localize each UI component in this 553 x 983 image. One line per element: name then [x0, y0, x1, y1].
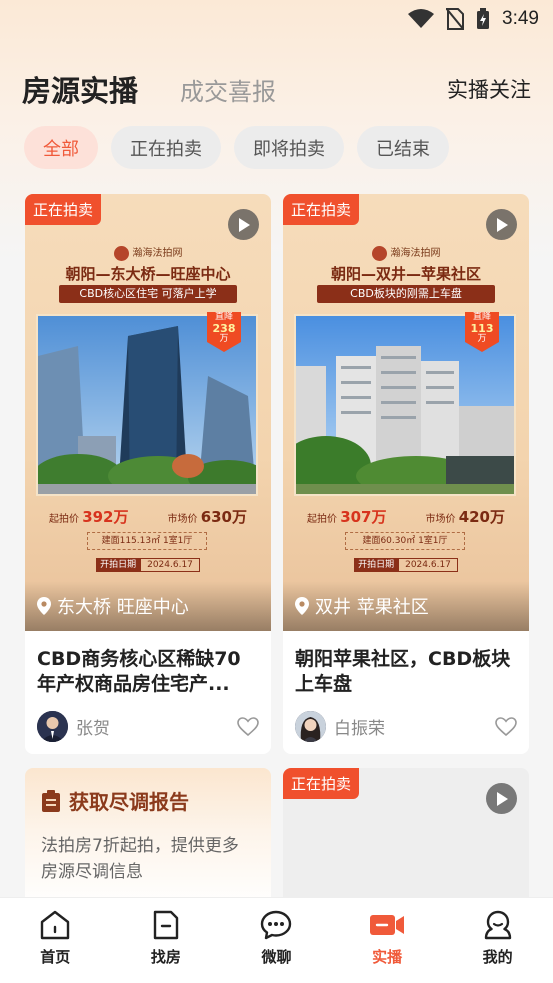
due-diligence-card[interactable]: 获取尽调报告 法拍房7折起拍，提供更多房源尽调信息 — [25, 768, 271, 908]
poster-area: 建面115.13㎡ 1室1厅 — [87, 532, 207, 550]
author-name[interactable]: 白振荣 — [334, 714, 385, 739]
video-icon — [370, 915, 405, 935]
poster-banner: CBD板块的刚需上车盘 — [317, 285, 495, 303]
clock: 3:49 — [502, 8, 539, 29]
author-row: 白振荣 — [295, 711, 517, 742]
poster-logo: 瀚海法拍网 — [283, 244, 529, 261]
bottom-nav: 首页 找房 微聊 实播 我的 — [0, 897, 553, 983]
report-title: 获取尽调报告 — [41, 786, 255, 815]
author-row: 张贺 — [37, 711, 259, 742]
filter-all[interactable]: 全部 — [24, 126, 98, 169]
listing-poster[interactable]: 正在拍卖 瀚海法拍网 朝阳—东大桥—旺座中心 CBD核心区住宅 可落户上学 直降… — [25, 194, 271, 631]
filter-ongoing[interactable]: 正在拍卖 — [111, 126, 221, 169]
battery-charging-icon — [477, 8, 490, 29]
nav-home[interactable]: 首页 — [15, 910, 95, 967]
poster-title: 朝阳—双井—苹果社区 — [330, 265, 481, 283]
play-icon[interactable] — [486, 209, 517, 240]
listing-card[interactable]: 正在拍卖 — [283, 768, 529, 908]
filter-upcoming[interactable]: 即将拍卖 — [234, 126, 344, 169]
poster-prices: 起拍价 392万 市场价 630万 — [49, 508, 247, 526]
poster-logo: 瀚海法拍网 — [25, 244, 271, 261]
location-overlay: 双井 苹果社区 — [283, 581, 529, 631]
status-badge: 正在拍卖 — [25, 194, 102, 225]
author-name[interactable]: 张贺 — [76, 714, 110, 739]
poster-date: 开拍日期 2024.6.17 — [283, 557, 529, 572]
nav-chat[interactable]: 微聊 — [236, 910, 316, 967]
filter-ended[interactable]: 已结束 — [357, 126, 449, 169]
nav-live[interactable]: 实播 — [347, 910, 427, 967]
chat-icon — [261, 910, 292, 940]
tab-deal-news[interactable]: 成交喜报 — [180, 72, 276, 107]
play-icon[interactable] — [486, 783, 517, 814]
heart-icon[interactable] — [237, 716, 259, 737]
clipboard-icon — [42, 789, 60, 812]
heart-icon[interactable] — [495, 716, 517, 737]
listing-title[interactable]: 朝阳苹果社区，CBD板块上车盘 — [295, 647, 517, 697]
listing-title[interactable]: CBD商务核心区稀缺70年产权商品房住宅产... — [37, 647, 259, 697]
poster-title: 朝阳—东大桥—旺座中心 — [65, 265, 231, 283]
avatar[interactable] — [37, 711, 68, 742]
report-description: 法拍房7折起拍，提供更多房源尽调信息 — [41, 836, 239, 882]
poster-prices: 起拍价 307万 市场价 420万 — [307, 508, 505, 526]
user-icon — [484, 910, 511, 940]
filter-chips: 全部 正在拍卖 即将拍卖 已结束 — [24, 126, 449, 169]
location-text: 双井 苹果社区 — [315, 597, 429, 618]
listing-card[interactable]: 正在拍卖 瀚海法拍网 朝阳—东大桥—旺座中心 CBD核心区住宅 可落户上学 直降… — [25, 194, 271, 754]
status-badge: 正在拍卖 — [283, 768, 360, 799]
home-icon — [41, 910, 70, 940]
status-badge: 正在拍卖 — [283, 194, 360, 225]
location-pin-icon — [295, 597, 309, 615]
tab-live-listings[interactable]: 房源实播 — [22, 68, 138, 110]
wifi-icon — [408, 9, 435, 28]
poster-banner: CBD核心区住宅 可落户上学 — [59, 285, 237, 303]
avatar[interactable] — [295, 711, 326, 742]
nav-find-house[interactable]: 找房 — [126, 910, 206, 967]
location-overlay: 东大桥 旺座中心 — [25, 581, 271, 631]
page-header: 房源实播 成交喜报 实播关注 — [22, 66, 531, 112]
doc-icon — [153, 910, 179, 940]
location-pin-icon — [37, 597, 51, 615]
poster-area: 建面60.30㎡ 1室1厅 — [345, 532, 465, 550]
poster-date: 开拍日期 2024.6.17 — [25, 557, 271, 572]
location-text: 东大桥 旺座中心 — [57, 597, 189, 618]
follow-button[interactable]: 实播关注 — [447, 74, 531, 104]
listing-poster[interactable]: 正在拍卖 瀚海法拍网 朝阳—双井—苹果社区 CBD板块的刚需上车盘 直降 113 万 — [283, 194, 529, 631]
listing-card[interactable]: 正在拍卖 瀚海法拍网 朝阳—双井—苹果社区 CBD板块的刚需上车盘 直降 113 万 — [283, 194, 529, 754]
no-sim-icon — [446, 8, 465, 30]
nav-me[interactable]: 我的 — [458, 910, 538, 967]
play-icon[interactable] — [228, 209, 259, 240]
status-bar: 3:49 — [0, 0, 553, 38]
